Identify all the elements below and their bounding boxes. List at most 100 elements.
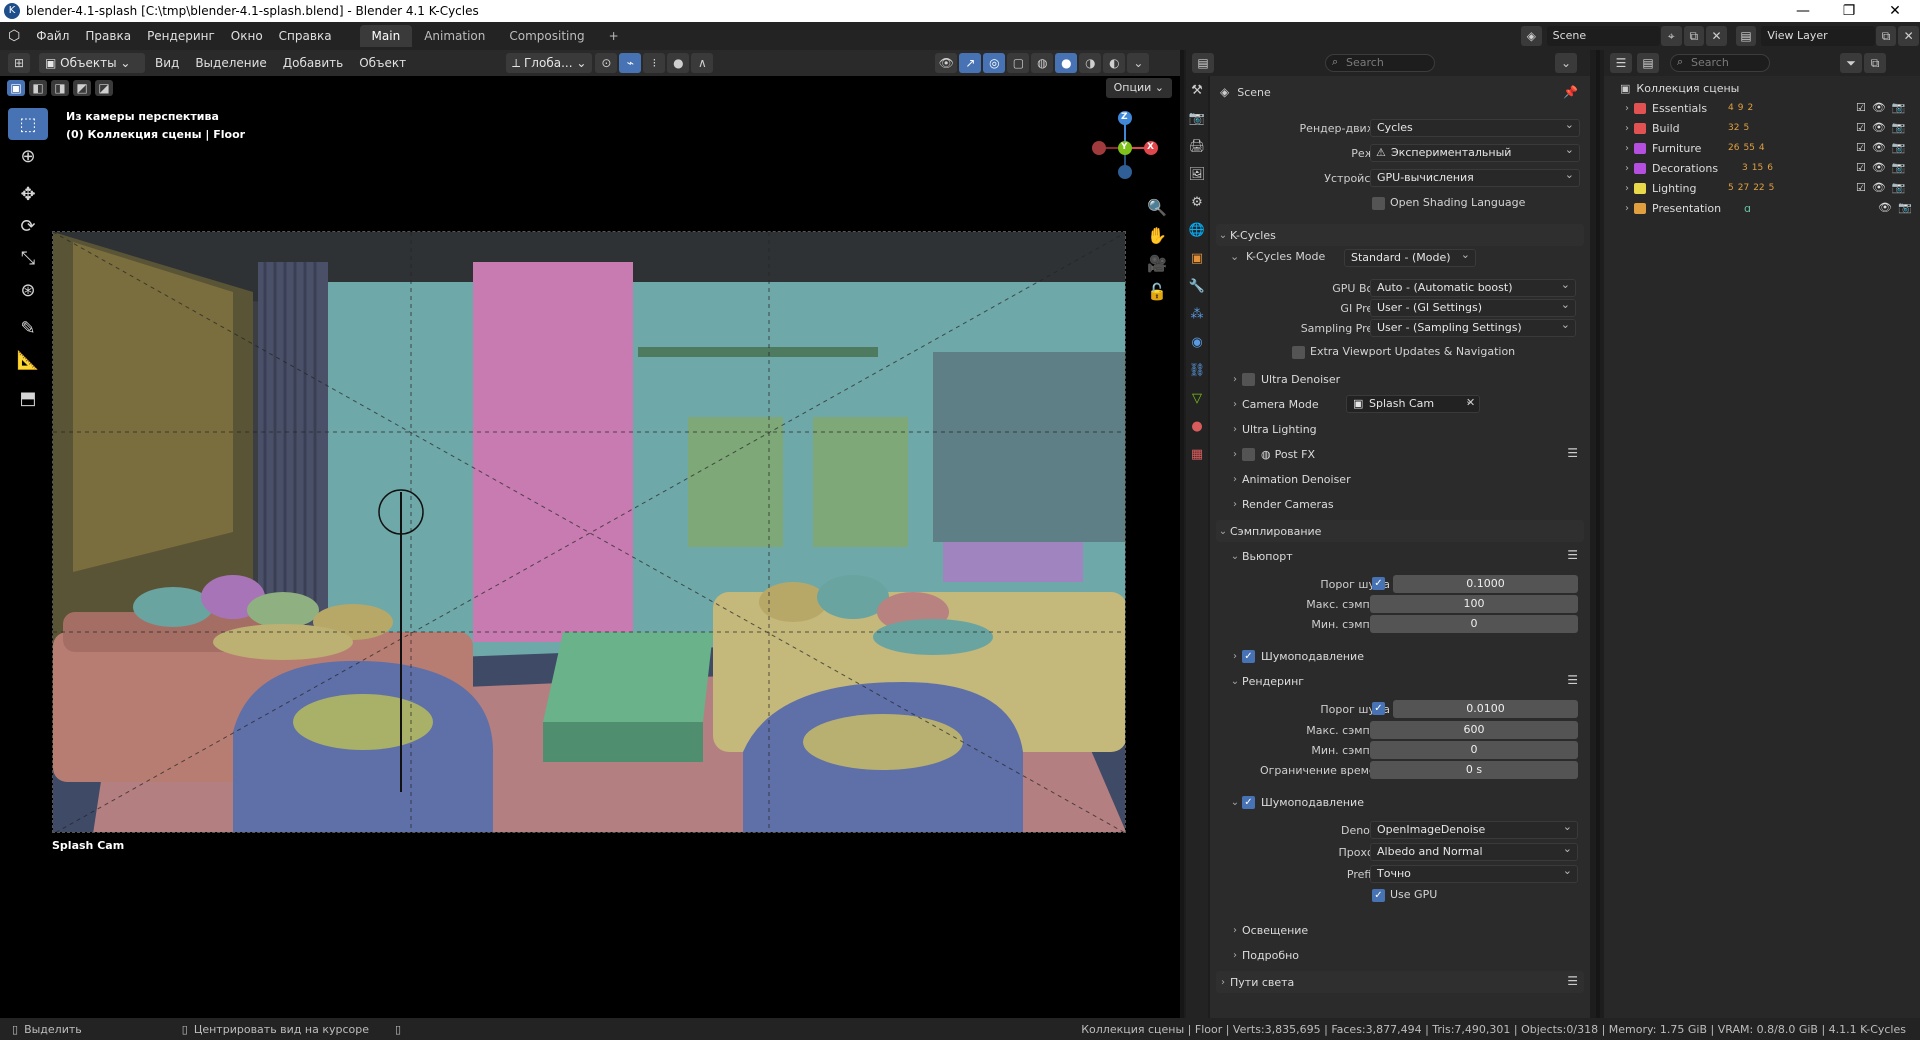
pin-icon[interactable]: 📌 (1563, 85, 1578, 99)
shading-solid-icon[interactable]: ● (1055, 53, 1078, 73)
outliner-root-row[interactable]: ▣ Коллекция сцены (1604, 78, 1920, 98)
minimize-button[interactable]: — (1780, 0, 1826, 22)
particles-tab-icon[interactable]: ⁂ (1186, 300, 1208, 328)
output-tab-icon[interactable]: 🖨 (1186, 132, 1208, 160)
post-fx-subpanel[interactable]: › ◍ Post FX (1228, 443, 1590, 465)
add-workspace-button[interactable]: + (597, 25, 631, 47)
close-button[interactable]: ✕ (1872, 0, 1918, 22)
interaction-mode-dropdown[interactable]: ▣ Объекты ⌄ (39, 53, 145, 73)
outliner-row-presentation[interactable]: › Presentation ɑ (1604, 198, 1920, 218)
render-camera-icon[interactable]: 📷 (1898, 201, 1912, 214)
r-denoise-checkbox[interactable]: ✓ (1242, 795, 1255, 809)
use-gpu-checkbox[interactable]: ✓ (1372, 889, 1385, 902)
render-camera-icon[interactable]: 📷 (1892, 161, 1906, 174)
render-presets-icon[interactable]: ☰ (1567, 673, 1578, 687)
r-denoise-subpanel[interactable]: ⌄ ✓ Шумоподавление (1228, 791, 1590, 813)
measure-icon[interactable]: 📐 (8, 344, 48, 376)
vp-noise-field[interactable]: 0.1000 (1393, 575, 1578, 593)
falloff-icon[interactable]: ∧ (691, 53, 714, 73)
camera-mode-field[interactable]: ▣ Splash Cam (1346, 393, 1480, 413)
render-camera-icon[interactable]: 📷 (1892, 121, 1906, 134)
workspace-tab-compositing[interactable]: Compositing (497, 25, 596, 47)
r-noise-field[interactable]: 0.0100 (1393, 700, 1578, 718)
clear-camera-icon[interactable]: ✕ (1466, 396, 1475, 409)
gpu-boost-dropdown[interactable]: Auto - (Automatic boost) (1370, 277, 1576, 297)
exclude-checkbox-icon[interactable]: ☑ (1856, 181, 1866, 194)
blender-menu-icon[interactable]: ⬡ (0, 28, 28, 44)
modifier-tab-icon[interactable]: 🔧 (1186, 272, 1208, 300)
select-new-icon[interactable]: ▣ (7, 80, 25, 96)
r-min-samples-field[interactable]: 0 (1370, 741, 1578, 759)
menu-edit[interactable]: Правка (77, 29, 139, 43)
post-fx-checkbox[interactable] (1242, 447, 1255, 461)
eye-icon[interactable]: 👁 (1872, 161, 1886, 174)
vp-min-samples-field[interactable]: 0 (1370, 615, 1578, 633)
scene-selector[interactable]: Scene (1546, 26, 1660, 46)
area-divider-right[interactable] (1596, 50, 1600, 1018)
lock-icon[interactable]: 🔓 (1145, 278, 1169, 306)
material-tab-icon[interactable]: ● (1186, 412, 1208, 440)
transform-orientation-dropdown[interactable]: ⟂ Глоба... ⌄ (506, 53, 593, 73)
exclude-checkbox-icon[interactable]: ☑ (1856, 121, 1866, 134)
light-paths-presets-icon[interactable]: ☰ (1567, 974, 1578, 988)
r-time-limit-field[interactable]: 0 s (1370, 761, 1578, 779)
viewport-sampling-subpanel[interactable]: ⌄ Вьюпорт (1228, 545, 1590, 567)
add-cube-icon[interactable]: ⬒ (8, 382, 48, 414)
select-box-icon[interactable]: ⬚ (8, 108, 48, 140)
shading-options-icon[interactable]: ⌄ (1127, 53, 1150, 73)
render-tab-icon[interactable]: 📷 (1186, 104, 1208, 132)
prefilter-dropdown[interactable]: Точно (1370, 863, 1578, 883)
outliner-search-input[interactable]: Search (1670, 54, 1770, 72)
r-noise-checkbox[interactable]: ✓ (1372, 702, 1385, 715)
kcycles-mode-dropdown[interactable]: Standard - (Mode) (1344, 247, 1476, 267)
select-extend-icon[interactable]: ◧ (29, 80, 47, 96)
animation-denoiser-subpanel[interactable]: › Animation Denoiser (1228, 468, 1590, 490)
passes-dropdown[interactable]: Albedo and Normal (1370, 841, 1578, 861)
eye-icon[interactable]: 👁 (1872, 121, 1886, 134)
light-paths-panel-header[interactable]: › Пути света (1216, 971, 1584, 993)
menu-help[interactable]: Справка (271, 29, 340, 43)
new-collection-icon[interactable]: ⧉ (1864, 53, 1886, 73)
eye-icon[interactable]: 👁 (1878, 201, 1892, 214)
physics-tab-icon[interactable]: ◉ (1186, 328, 1208, 356)
view-layer-selector[interactable]: View Layer (1761, 26, 1875, 46)
viewport-menu-add[interactable]: Добавить (275, 56, 351, 70)
r-max-samples-field[interactable]: 600 (1370, 721, 1578, 739)
visibility-icon[interactable]: 👁 (935, 53, 958, 73)
select-subtract-icon[interactable]: ◨ (51, 80, 69, 96)
properties-search-input[interactable]: Search (1325, 54, 1435, 72)
properties-editor-type-icon[interactable]: ▤ (1192, 53, 1214, 73)
advanced-subpanel[interactable]: › Подробно (1228, 944, 1590, 966)
options-dropdown[interactable]: Опции ⌄ (1105, 78, 1172, 98)
render-cameras-subpanel[interactable]: › Render Cameras (1228, 493, 1590, 515)
menu-file[interactable]: Файл (28, 29, 77, 43)
overlay-toggle-icon[interactable]: ◎ (983, 53, 1006, 73)
render-sampling-subpanel[interactable]: ⌄ Рендеринг (1228, 670, 1590, 692)
viewport-menu-object[interactable]: Объект (351, 56, 414, 70)
render-camera-icon[interactable]: 📷 (1892, 141, 1906, 154)
exclude-checkbox-icon[interactable]: ☑ (1856, 141, 1866, 154)
scene-tab-icon[interactable]: ⚙ (1186, 188, 1208, 216)
scale-icon[interactable]: ⤡ (8, 242, 48, 274)
annotate-icon[interactable]: ✎ (8, 312, 48, 344)
pin-scene-icon[interactable]: ⌖ (1660, 26, 1682, 46)
pivot-point-icon[interactable]: ⊙ (595, 53, 618, 73)
viewport-menu-select[interactable]: Выделение (187, 56, 274, 70)
sampling-panel-header[interactable]: ⌄ Сэмплирование (1216, 520, 1584, 542)
mode-dropdown[interactable]: ⚠ Экспериментальный (1370, 142, 1580, 162)
new-view-layer-icon[interactable]: ⧉ (1875, 26, 1897, 46)
view-layer-icon[interactable]: ▤ (1735, 26, 1757, 46)
osl-checkbox[interactable] (1372, 197, 1385, 210)
gi-preset-dropdown[interactable]: User - (GI Settings) (1370, 297, 1576, 317)
render-camera-icon[interactable]: 📷 (1892, 101, 1906, 114)
camera-frame-scene[interactable] (52, 231, 1126, 833)
new-scene-icon[interactable]: ⧉ (1683, 26, 1705, 46)
tool-tab-icon[interactable]: ⚒ (1186, 76, 1208, 104)
vp-denoise-checkbox[interactable]: ✓ (1242, 649, 1255, 663)
denoiser-dropdown[interactable]: OpenImageDenoise (1370, 819, 1578, 839)
texture-tab-icon[interactable]: ▦ (1186, 440, 1208, 468)
render-engine-dropdown[interactable]: Cycles (1370, 117, 1580, 137)
eye-icon[interactable]: 👁 (1872, 101, 1886, 114)
vp-denoise-subpanel[interactable]: › ✓ Шумоподавление (1228, 645, 1590, 667)
extra-viewport-checkbox[interactable] (1292, 346, 1305, 359)
